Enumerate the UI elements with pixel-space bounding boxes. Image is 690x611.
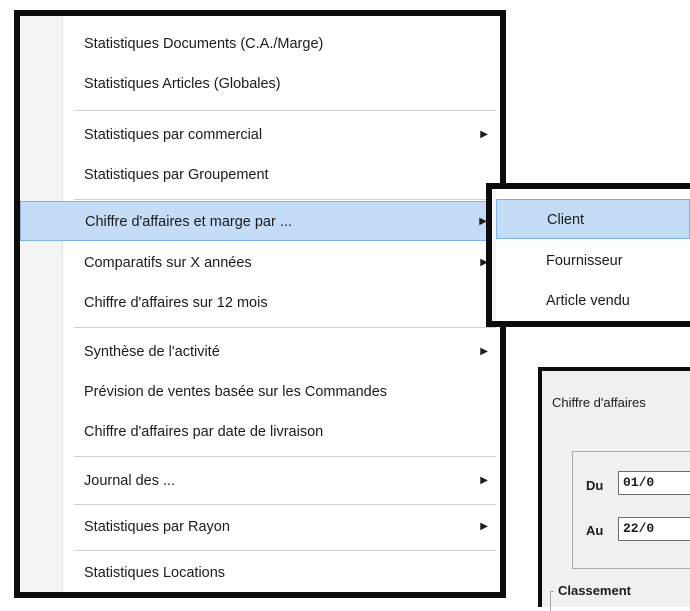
groupbox-border bbox=[550, 591, 551, 611]
menu-item-label: Statistiques Locations bbox=[84, 565, 226, 581]
menu-item-label: Journal des ... bbox=[84, 473, 176, 489]
menu-item-label: Statistiques Articles (Globales) bbox=[84, 76, 281, 92]
submenu-item-label: Article vendu bbox=[546, 293, 630, 309]
menu-separator bbox=[74, 199, 496, 200]
menu-item-statistiques-par-rayon[interactable]: Statistiques par Rayon ▶ bbox=[20, 507, 500, 547]
menu-item-statistiques-locations[interactable]: Statistiques Locations bbox=[20, 553, 500, 593]
menu-separator bbox=[74, 456, 496, 457]
menu-item-statistiques-articles[interactable]: Statistiques Articles (Globales) bbox=[20, 64, 500, 104]
submenu-item-label: Client bbox=[547, 212, 585, 228]
dialog-title: Chiffre d'affaires bbox=[552, 395, 646, 410]
au-date-field[interactable]: 22/0 bbox=[618, 517, 690, 541]
context-menu: Statistiques Documents (C.A./Marge) Stat… bbox=[14, 10, 506, 598]
submenu-item-label: Fournisseur bbox=[546, 253, 623, 269]
menu-separator bbox=[74, 550, 496, 551]
du-label: Du bbox=[586, 478, 604, 493]
menu-separator bbox=[74, 110, 496, 111]
menu-item-synthese-activite[interactable]: Synthèse de l'activité ▶ bbox=[20, 332, 500, 372]
menu-item-statistiques-documents[interactable]: Statistiques Documents (C.A./Marge) bbox=[20, 24, 500, 64]
menu-item-label: Statistiques par Groupement bbox=[84, 167, 269, 183]
menu-item-label: Statistiques par Rayon bbox=[84, 519, 230, 535]
submenu-chiffre-affaires: Client Fournisseur Article vendu bbox=[486, 183, 690, 327]
date-range-group bbox=[572, 451, 690, 569]
au-label: Au bbox=[586, 523, 604, 538]
menu-separator bbox=[74, 504, 496, 505]
menu-item-label: Comparatifs sur X années bbox=[84, 255, 252, 271]
menu-item-label: Chiffre d'affaires sur 12 mois bbox=[84, 295, 268, 311]
du-date-field[interactable]: 01/0 bbox=[618, 471, 690, 495]
submenu-arrow-icon: ▶ bbox=[480, 346, 488, 357]
submenu-arrow-icon: ▶ bbox=[480, 475, 488, 486]
menu-item-label: Statistiques Documents (C.A./Marge) bbox=[84, 36, 324, 52]
submenu-item-fournisseur[interactable]: Fournisseur bbox=[496, 241, 690, 281]
submenu-arrow-icon: ▶ bbox=[480, 129, 488, 140]
classement-groupbox-label: Classement bbox=[556, 583, 633, 598]
submenu-arrow-icon: ▶ bbox=[480, 521, 488, 532]
submenu-item-article-vendu[interactable]: Article vendu bbox=[496, 281, 690, 321]
menu-separator bbox=[74, 327, 496, 328]
menu-item-chiffre-affaires-12-mois[interactable]: Chiffre d'affaires sur 12 mois bbox=[20, 283, 500, 323]
menu-item-label: Chiffre d'affaires et marge par ... bbox=[85, 214, 292, 230]
menu-item-statistiques-par-groupement[interactable]: Statistiques par Groupement bbox=[20, 155, 500, 195]
menu-item-journal-des[interactable]: Journal des ... ▶ bbox=[20, 461, 500, 501]
menu-item-comparatifs-x-annees[interactable]: Comparatifs sur X années ▶ bbox=[20, 243, 500, 283]
chiffre-affaires-dialog: Chiffre d'affaires Du 01/0 Au 22/0 Class… bbox=[538, 367, 690, 611]
menu-item-chiffre-affaires-marge-par[interactable]: Chiffre d'affaires et marge par ... ▶ bbox=[20, 201, 500, 241]
menu-item-statistiques-par-commercial[interactable]: Statistiques par commercial ▶ bbox=[20, 115, 500, 155]
menu-item-label: Synthèse de l'activité bbox=[84, 344, 220, 360]
menu-item-chiffre-affaires-date-livraison[interactable]: Chiffre d'affaires par date de livraison bbox=[20, 412, 500, 452]
menu-item-label: Prévision de ventes basée sur les Comman… bbox=[84, 384, 388, 400]
menu-item-prevision-ventes[interactable]: Prévision de ventes basée sur les Comman… bbox=[20, 372, 500, 412]
menu-item-label: Chiffre d'affaires par date de livraison bbox=[84, 424, 324, 440]
submenu-item-client[interactable]: Client bbox=[496, 199, 690, 239]
menu-item-label: Statistiques par commercial bbox=[84, 127, 263, 143]
